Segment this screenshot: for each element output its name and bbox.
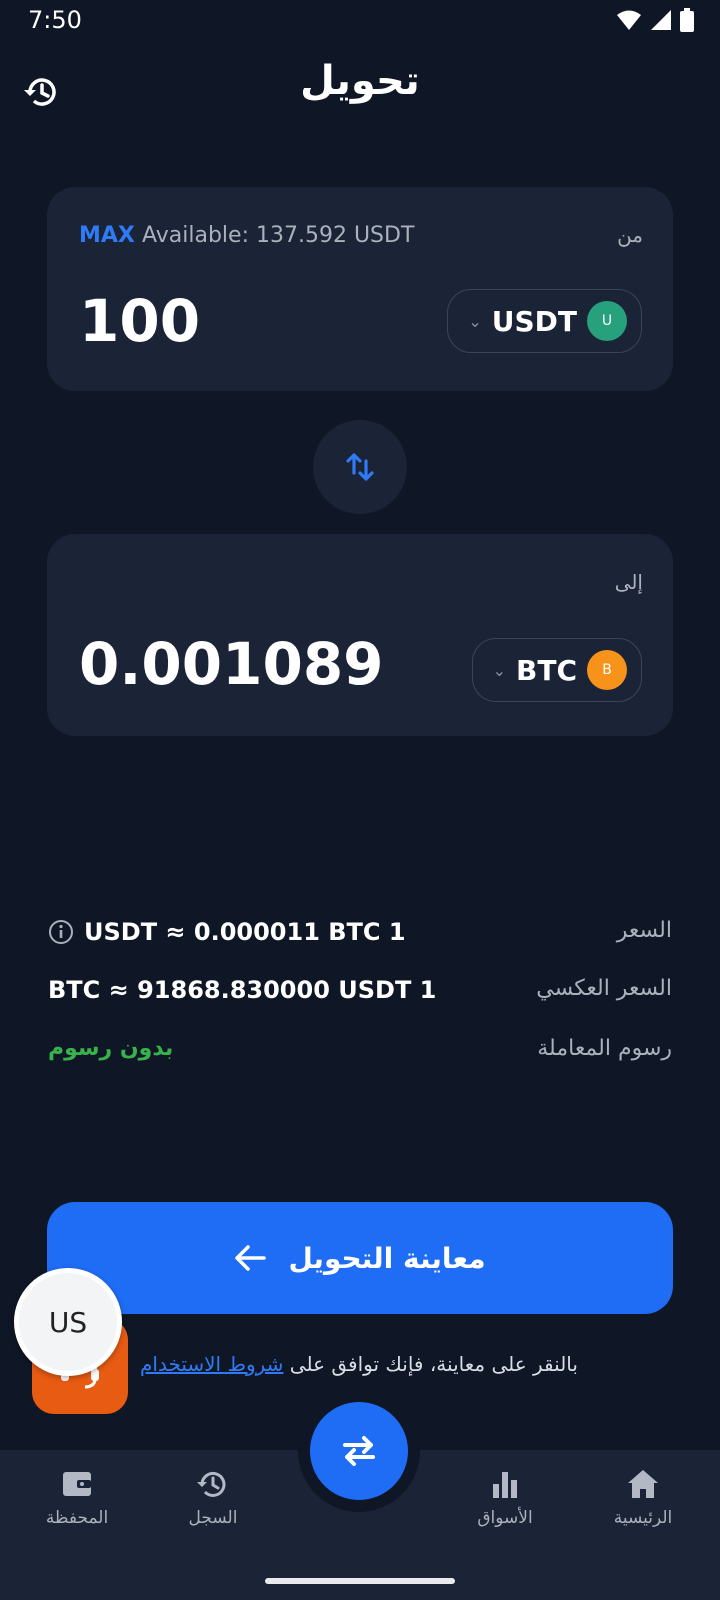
price-value: USDT ≈ 0.000011 BTC 1 xyxy=(84,918,406,946)
nav-item-history-label: السجل xyxy=(188,1508,238,1528)
history-icon xyxy=(197,1471,226,1497)
nav-item-home-label: الرئيسية xyxy=(613,1508,673,1528)
price-row: USDT ≈ 0.000011 BTC 1 xyxy=(48,918,406,946)
reverse-price-value: BTC ≈ 91868.830000 USDT 1 xyxy=(48,976,437,1004)
info-icon[interactable] xyxy=(48,919,74,945)
nav-item-history[interactable]: السجل xyxy=(158,1468,268,1528)
swap-vertical-icon xyxy=(346,453,374,481)
to-amount: 0.001089 xyxy=(79,630,384,698)
wallet-icon xyxy=(63,1472,91,1496)
convert-fab-button[interactable] xyxy=(298,1390,420,1512)
nav-item-wallet[interactable]: المحفظة xyxy=(22,1468,132,1528)
page-title: تحويل xyxy=(300,58,420,104)
swap-horizontal-icon xyxy=(343,1436,375,1466)
preview-conversion-button[interactable]: معاينة التحويل xyxy=(47,1202,673,1314)
to-card: إلى 0.001089 ⌄ BTC B xyxy=(47,534,673,736)
home-indicator xyxy=(265,1578,455,1584)
preview-conversion-label: معاينة التحويل xyxy=(288,1241,486,1275)
bar-chart-icon xyxy=(493,1472,517,1498)
from-label: من xyxy=(617,223,643,247)
terms-prefix: بالنقر على معاينة، فإنك توافق على xyxy=(289,1352,578,1376)
status-time: 7:50 xyxy=(28,6,82,34)
reverse-price-label: السعر العكسي xyxy=(536,976,672,1001)
wifi-icon xyxy=(617,10,641,30)
terms-text: بالنقر على معاينة، فإنك توافق على شروط ا… xyxy=(140,1352,578,1376)
to-label: إلى xyxy=(614,570,643,594)
to-token-name: BTC xyxy=(516,653,577,687)
to-token-selector[interactable]: ⌄ BTC B xyxy=(471,638,642,702)
nav-item-markets-label: الأسواق xyxy=(477,1508,533,1528)
nav-item-markets[interactable]: الأسواق xyxy=(450,1468,560,1528)
chevron-down-icon: ⌄ xyxy=(468,311,482,331)
available-balance: Available: 137.592 USDT xyxy=(142,223,415,248)
fee-value: بدون رسوم xyxy=(48,1036,174,1061)
swap-direction-button[interactable] xyxy=(313,420,407,514)
status-icons xyxy=(616,8,694,32)
battery-icon xyxy=(680,8,694,32)
nav-item-home[interactable]: الرئيسية xyxy=(588,1468,698,1528)
nav-item-wallet-label: المحفظة xyxy=(45,1508,109,1528)
from-token-selector[interactable]: ⌄ USDT U xyxy=(447,289,642,353)
max-button[interactable]: MAX xyxy=(79,223,135,248)
from-token-name: USDT xyxy=(491,304,577,338)
fee-label: رسوم المعاملة xyxy=(537,1036,672,1061)
home-icon xyxy=(628,1470,658,1498)
from-card: من MAX Available: 137.592 USDT 100 ⌄ USD… xyxy=(47,187,673,391)
signal-icon xyxy=(651,10,671,30)
user-badge[interactable]: US xyxy=(14,1268,122,1376)
btc-coin-icon: B xyxy=(587,650,627,690)
terms-link[interactable]: شروط الاستخدام xyxy=(140,1352,283,1376)
price-label: السعر xyxy=(616,918,672,943)
usdt-coin-icon: U xyxy=(587,301,627,341)
arrow-left-icon xyxy=(235,1245,267,1271)
from-amount-input[interactable]: 100 xyxy=(79,287,200,355)
chevron-down-icon: ⌄ xyxy=(492,660,506,680)
